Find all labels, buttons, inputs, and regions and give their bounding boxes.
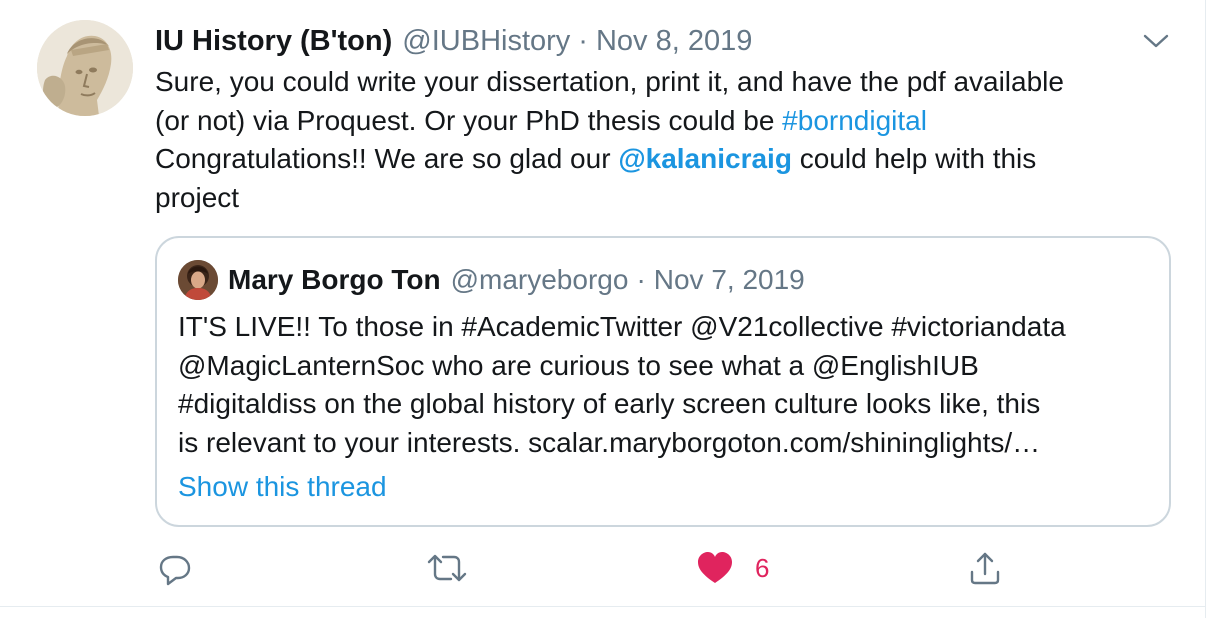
quoted-text-line: #digitaldiss on the global history of ea… <box>178 388 1041 419</box>
quoted-meta-separator: · <box>636 264 646 295</box>
quoted-text-line: @MagicLanternSoc who are curious to see … <box>178 349 979 381</box>
tweet-date[interactable]: Nov 8, 2019 <box>596 25 752 58</box>
reply-button[interactable] <box>155 548 195 588</box>
share-button[interactable] <box>965 548 1005 588</box>
quoted-tweet-date: Nov 7, 2019 <box>653 264 805 295</box>
quoted-tweet[interactable]: Mary Borgo Ton @maryeborgo · Nov 7, 2019… <box>155 236 1171 527</box>
quoted-author-handle: @maryeborgo <box>450 264 629 295</box>
hashtag-link[interactable]: #borndigital <box>782 105 927 136</box>
meta-separator: · <box>578 24 588 57</box>
quoted-text-line: is relevant to your interests. scalar.ma… <box>178 426 1041 458</box>
share-icon <box>970 552 1000 585</box>
tweet-text-segment: Congratulations!! We are so glad our <box>155 143 619 174</box>
tweet-text-line: Sure, you could write your dissertation,… <box>155 66 1064 97</box>
like-button[interactable]: 6 <box>695 548 769 588</box>
quoted-avatar-image <box>178 260 218 300</box>
mention-link[interactable]: @kalanicraig <box>618 143 792 174</box>
quoted-tweet-text: IT'S LIVE!! To those in #AcademicTwitter… <box>178 308 1153 462</box>
tweet-divider <box>0 606 1206 607</box>
quoted-text-line: IT'S LIVE!! To those in #AcademicTwitter… <box>178 311 1066 342</box>
tweet-text: Sure, you could write your dissertation,… <box>155 63 1165 217</box>
show-thread-link[interactable]: Show this thread <box>178 471 387 503</box>
author-avatar[interactable] <box>37 20 133 116</box>
quoted-author-name: Mary Borgo Ton <box>228 264 441 295</box>
tweet-text-line: project <box>155 181 240 213</box>
tweet-text-line: Congratulations!! We are so glad our @ka… <box>155 140 1165 179</box>
retweet-icon <box>427 554 467 582</box>
like-count: 6 <box>755 552 770 583</box>
quoted-author-avatar <box>178 260 218 300</box>
tweet-actions: 6 <box>155 548 1171 588</box>
retweet-button[interactable] <box>425 548 469 588</box>
reply-icon <box>159 555 191 586</box>
tweet-text-segment: could help with this <box>791 143 1037 174</box>
quoted-tweet-header: Mary Borgo Ton @maryeborgo · Nov 7, 2019 <box>228 260 805 300</box>
heart-icon <box>698 552 732 583</box>
caret-down-icon[interactable] <box>1141 29 1171 53</box>
avatar-image <box>37 20 133 116</box>
tweet-text-line: (or not) via Proquest. Or your PhD thesi… <box>155 102 1165 141</box>
tweet-text-segment: (or not) via Proquest. Or your PhD thesi… <box>155 104 783 136</box>
author-name[interactable]: IU History (B'ton) <box>155 25 392 58</box>
tweet[interactable]: IU History (B'ton) @IUBHistory · Nov 8, … <box>0 0 1206 618</box>
author-handle[interactable]: @IUBHistory <box>402 25 570 58</box>
tweet-header: IU History (B'ton) @IUBHistory · Nov 8, … <box>155 22 752 60</box>
